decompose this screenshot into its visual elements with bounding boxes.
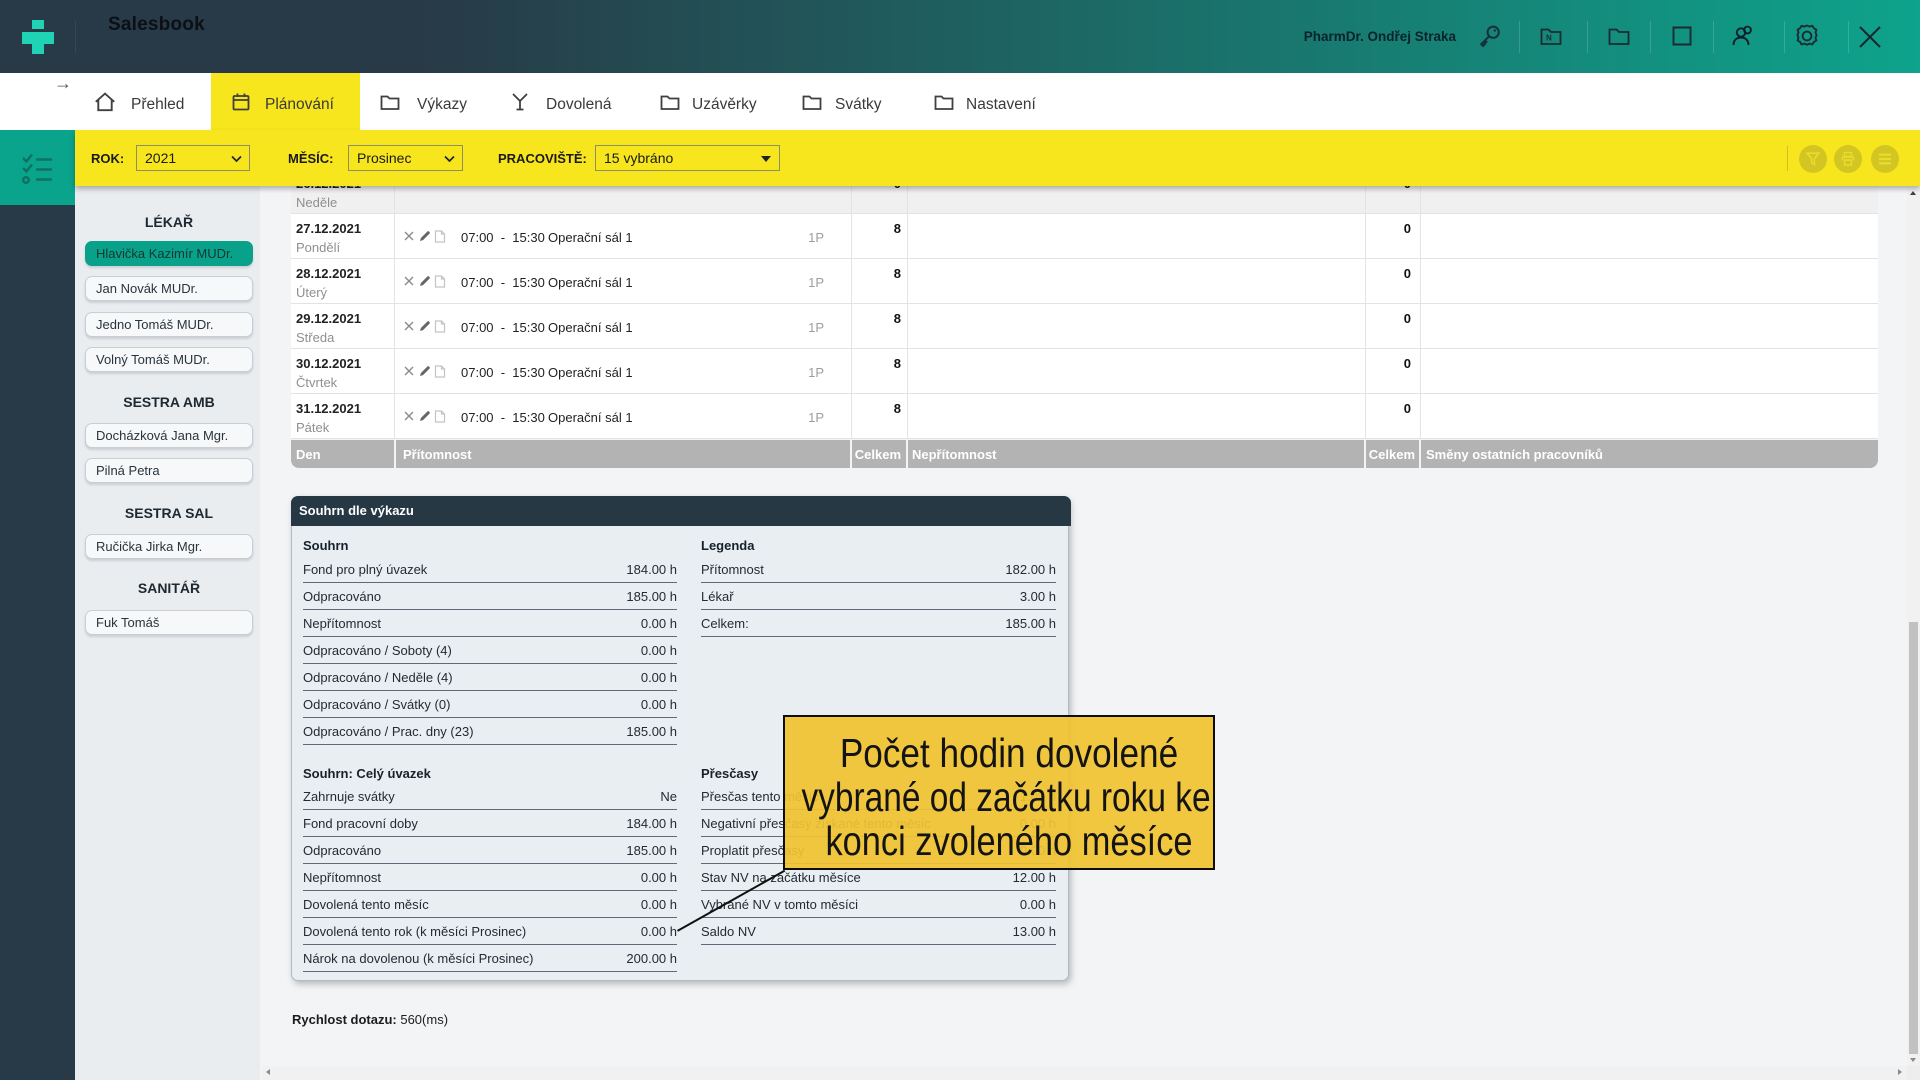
svg-text:N: N — [1546, 34, 1552, 43]
